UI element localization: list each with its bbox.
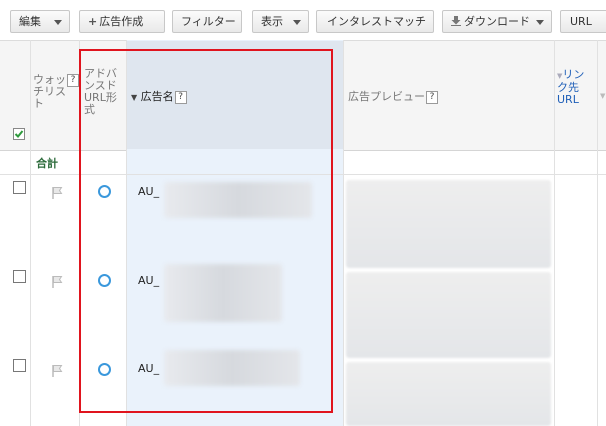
watchlist-header-label: ウォッチリスト <box>33 73 66 110</box>
chevron-down-icon <box>54 20 62 25</box>
flag-icon[interactable] <box>51 275 63 289</box>
row-checkbox[interactable] <box>13 359 26 372</box>
flag-icon[interactable] <box>51 186 63 200</box>
chevron-down-icon <box>536 20 544 25</box>
help-icon[interactable]: ? <box>426 91 438 104</box>
ad-preview-image <box>346 272 551 358</box>
ad-preview-header[interactable]: 広告プレビュー? <box>348 91 438 104</box>
link-url-header-label: リンク先URL <box>557 68 585 106</box>
edit-label: 編集 <box>19 15 41 28</box>
url-button[interactable]: URL <box>560 10 606 33</box>
toolbar: 編集 + 広告作成 フィルター 表示 インタレストマッチ ダウンロード URL <box>0 0 606 40</box>
create-ad-button[interactable]: + 広告作成 <box>79 10 165 33</box>
filter-button[interactable]: フィルター <box>172 10 242 33</box>
plus-icon: + <box>88 15 98 28</box>
interest-match-label: インタレストマッチ <box>327 15 426 28</box>
ad-preview-image <box>346 180 551 268</box>
chevron-down-icon: ▼ <box>600 92 606 100</box>
link-url-header[interactable]: ▼リンク先URL <box>557 69 587 106</box>
download-dropdown-button[interactable]: ダウンロード <box>442 10 552 33</box>
select-all-checkbox[interactable] <box>13 128 25 140</box>
edit-dropdown-button[interactable]: 編集 <box>10 10 70 33</box>
row-checkbox[interactable] <box>13 181 26 194</box>
chevron-down-icon <box>293 20 301 25</box>
download-icon <box>451 16 461 26</box>
flag-icon[interactable] <box>51 364 63 378</box>
ad-preview-header-label: 広告プレビュー <box>348 90 425 103</box>
interest-match-button[interactable]: インタレストマッチ <box>316 10 434 33</box>
row-checkbox[interactable] <box>13 270 26 283</box>
url-label: URL <box>570 15 592 28</box>
filter-label: フィルター <box>181 15 236 28</box>
view-dropdown-button[interactable]: 表示 <box>252 10 309 33</box>
help-icon[interactable]: ? <box>67 74 79 87</box>
create-ad-label: 広告作成 <box>99 15 144 28</box>
highlight-box <box>79 49 333 413</box>
ad-preview-image <box>346 362 551 426</box>
download-label: ダウンロード <box>464 15 530 28</box>
total-label: 合計 <box>36 157 58 170</box>
watchlist-header[interactable]: ウォッチリスト <box>33 74 69 110</box>
view-label: 表示 <box>261 15 283 28</box>
